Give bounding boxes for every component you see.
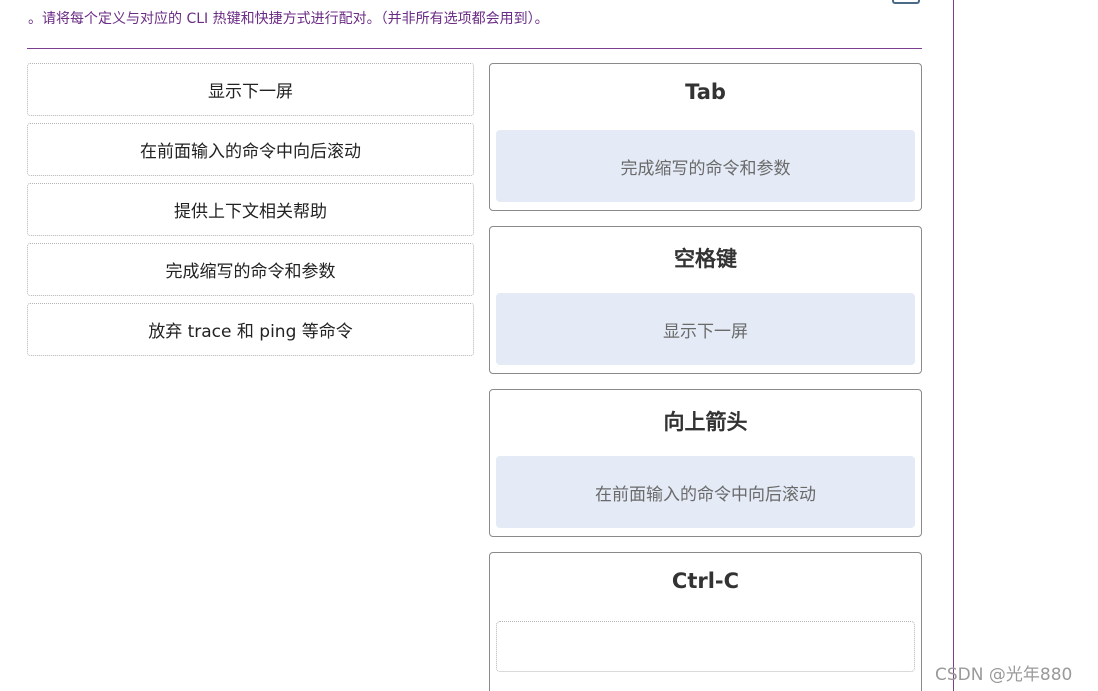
- option-item[interactable]: 显示下一屏: [27, 63, 474, 116]
- drop-zone[interactable]: 在前面输入的命令中向后滚动: [496, 456, 915, 528]
- drop-zone[interactable]: 完成缩写的命令和参数: [496, 130, 915, 202]
- target-card-ctrl-c: Ctrl-C: [489, 552, 922, 691]
- target-card-space: 空格键 显示下一屏: [489, 226, 922, 374]
- options-list: 显示下一屏 在前面输入的命令中向后滚动 提供上下文相关帮助 完成缩写的命令和参数…: [27, 63, 474, 363]
- drop-zone-empty[interactable]: [496, 621, 915, 672]
- divider: [27, 48, 922, 49]
- option-item[interactable]: 提供上下文相关帮助: [27, 183, 474, 236]
- target-card-tab: Tab 完成缩写的命令和参数: [489, 63, 922, 211]
- option-item[interactable]: 放弃 trace 和 ping 等命令: [27, 303, 474, 356]
- target-title: Ctrl-C: [671, 569, 740, 593]
- corner-button[interactable]: [892, 0, 920, 4]
- targets-list: Tab 完成缩写的命令和参数 空格键 显示下一屏 向上箭头 在前面输入的命令中向…: [489, 63, 922, 691]
- matching-page: 。请将每个定义与对应的 CLI 热键和快捷方式进行配对。（并非所有选项都会用到）…: [0, 0, 1098, 691]
- target-title: 空格键: [674, 247, 737, 271]
- target-title: Tab: [685, 80, 726, 104]
- option-item[interactable]: 在前面输入的命令中向后滚动: [27, 123, 474, 176]
- target-card-up-arrow: 向上箭头 在前面输入的命令中向后滚动: [489, 389, 922, 537]
- watermark: CSDN @光年880: [935, 665, 1073, 685]
- option-item[interactable]: 完成缩写的命令和参数: [27, 243, 474, 296]
- instructions-text: 。请将每个定义与对应的 CLI 热键和快捷方式进行配对。（并非所有选项都会用到）…: [28, 11, 549, 27]
- target-title: 向上箭头: [663, 410, 748, 434]
- drop-zone[interactable]: 显示下一屏: [496, 293, 915, 365]
- vertical-divider: [953, 0, 954, 691]
